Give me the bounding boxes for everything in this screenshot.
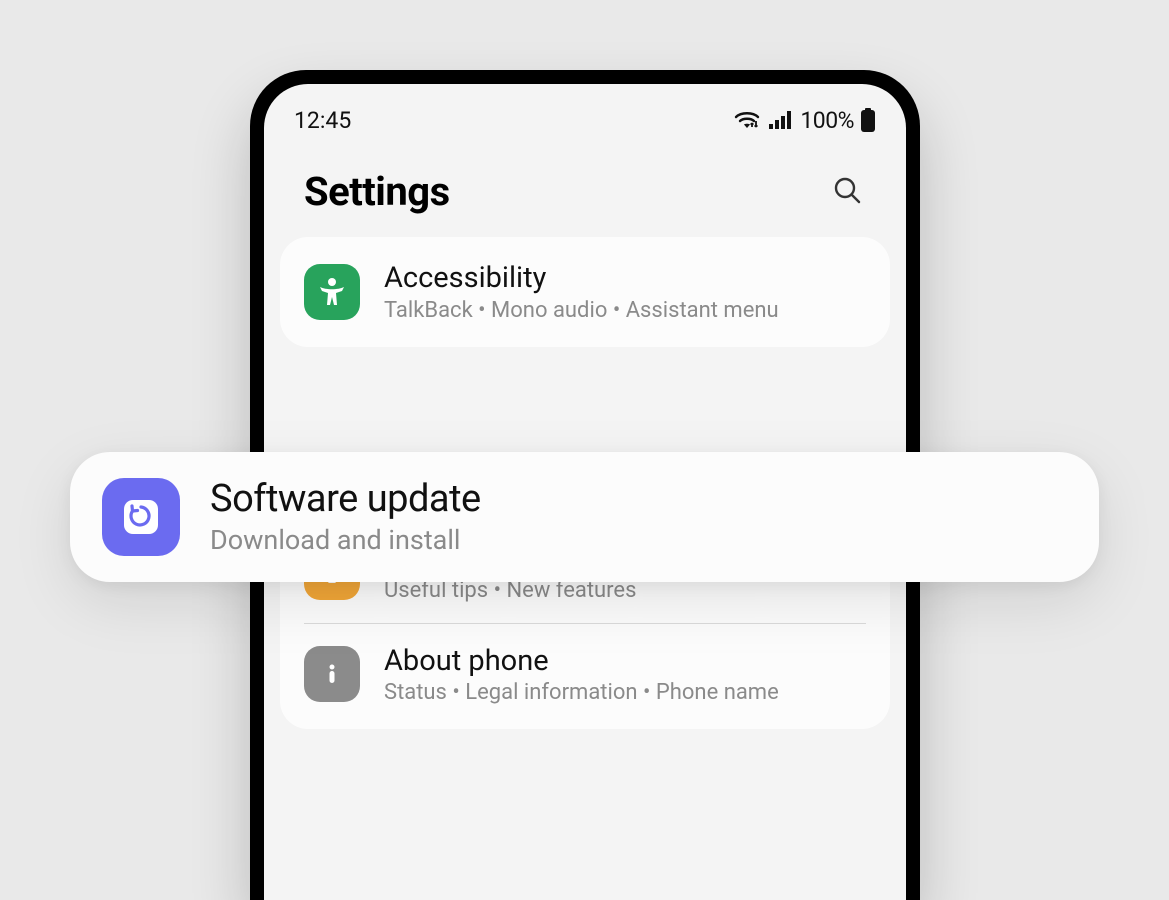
settings-item-title: About phone xyxy=(384,644,866,679)
info-icon xyxy=(304,646,360,702)
signal-icon xyxy=(768,110,794,130)
accessibility-icon xyxy=(304,264,360,320)
status-icons: 100% xyxy=(732,107,876,134)
status-bar: 12:45 xyxy=(264,84,906,136)
settings-item-subtitle: Status • Legal information • Phone name xyxy=(384,680,866,705)
search-button[interactable] xyxy=(828,173,866,211)
settings-card-top: Accessibility TalkBack • Mono audio • As… xyxy=(280,237,890,347)
wifi-icon xyxy=(732,109,762,131)
settings-item-software-update[interactable]: Software update Download and install xyxy=(70,452,1099,582)
battery-percentage: 100% xyxy=(800,107,854,134)
settings-item-accessibility[interactable]: Accessibility TalkBack • Mono audio • As… xyxy=(280,241,890,343)
settings-item-subtitle: TalkBack • Mono audio • Assistant menu xyxy=(384,298,866,323)
settings-header: Settings xyxy=(264,136,906,237)
page-title: Settings xyxy=(304,168,450,215)
settings-item-about-phone[interactable]: About phone Status • Legal information •… xyxy=(280,624,890,726)
status-time: 12:45 xyxy=(294,107,351,134)
search-icon xyxy=(832,175,862,208)
software-update-icon xyxy=(102,478,180,556)
settings-item-title: Software update xyxy=(210,478,1067,522)
settings-item-subtitle: Download and install xyxy=(210,524,1067,556)
settings-item-title: Accessibility xyxy=(384,261,866,296)
battery-icon xyxy=(860,108,876,132)
